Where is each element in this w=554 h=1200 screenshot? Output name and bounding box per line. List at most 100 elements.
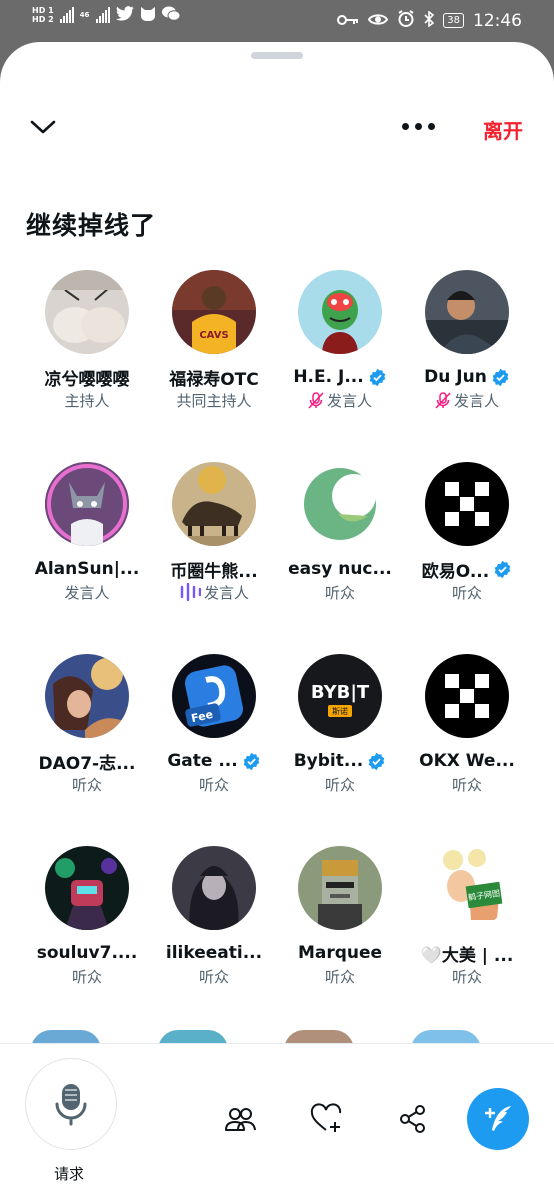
participant-name: OKX We... [419,751,515,771]
svg-text:斯诺: 斯诺 [332,706,348,716]
signal-icon [59,7,74,23]
participant-role: 听众 [324,775,355,794]
bottom-action-bar: 请求 [0,1043,554,1200]
verified-badge-icon [494,560,511,578]
sim-labels: HD 1 HD 2 [32,6,54,24]
participant-role: 发言人 [203,583,249,602]
participant-role: 听众 [324,967,355,986]
avatar: CAVS [172,270,256,354]
participant[interactable]: ilikeeati... 听众 [151,846,277,986]
participant-role: 听众 [71,967,102,986]
participant-role: 听众 [451,583,482,602]
participant[interactable]: easy nuc... 听众 [277,462,403,602]
participant-role: 听众 [451,775,482,794]
share-icon[interactable] [396,1102,430,1136]
participant-name: 欧易O... [421,561,490,582]
verified-badge-icon [243,752,260,770]
participant-role: 发言人 [326,391,372,410]
participant[interactable]: 币圈牛熊... 发言人 [151,462,277,602]
participant[interactable]: BYB|T 斯诺 Bybit... 听众 [277,654,403,794]
space-title: 继续掉线了 [26,211,157,240]
participant-name: souluv7.... [36,943,138,963]
eye-icon [368,12,389,30]
participant-role: 发言人 [64,583,110,602]
cat-app-icon [140,6,156,24]
avatar [45,846,129,930]
mic-off-icon [308,391,324,409]
compose-tweet-button[interactable] [467,1088,529,1150]
heart-plus-icon[interactable] [309,1102,343,1136]
participant[interactable]: AlanSun|... 发言人 [24,462,150,602]
participant[interactable]: CAVS 福禄寿OTC 共同主持人 [151,270,277,410]
avatar: Fee [172,654,256,738]
participant-role: 听众 [324,583,355,602]
microphone-icon [55,1084,87,1126]
avatar [298,462,382,546]
wechat-icon [162,6,181,24]
participant-name: Bybit... [293,751,364,771]
participant[interactable]: DAO7-志... 听众 [24,654,150,794]
participant-name: 福禄寿OTC [169,369,259,390]
battery-indicator: 38 [443,13,464,28]
people-icon[interactable] [223,1102,257,1136]
participant[interactable]: OKX We... 听众 [404,654,530,794]
verified-badge-icon [492,368,509,386]
participant-name: easy nuc... [288,559,392,579]
quill-plus-icon [485,1106,511,1131]
clock: 12:46 [473,10,522,31]
avatar [45,270,129,354]
verified-badge-icon [369,368,386,386]
chevron-down-icon[interactable] [30,118,56,136]
participant-role: 听众 [198,775,229,794]
drag-handle[interactable] [251,52,303,59]
participant-role: 共同主持人 [176,391,252,410]
avatar [298,270,382,354]
participant-name: H.E. J... [293,367,364,387]
avatar [425,462,509,546]
signal-icon-2 [96,7,111,23]
bluetooth-icon [424,9,435,31]
participant-role: 听众 [451,967,482,986]
leave-button[interactable]: 离开 [483,115,523,144]
avatar [425,654,509,738]
twitter-icon [116,6,135,24]
participant-role: 主持人 [64,391,110,410]
request-label: 请求 [54,1165,85,1183]
participant-name: Marquee [297,943,383,963]
participant-name: ilikeeati... [165,943,263,963]
key-icon [337,12,359,30]
more-options-icon[interactable] [402,118,438,134]
participant[interactable]: 凉兮嘤嘤嘤 主持人 [24,270,150,410]
avatar: BYB|T 斯诺 [298,654,382,738]
participant-role: 发言人 [453,391,499,410]
participant[interactable]: souluv7.... 听众 [24,846,150,986]
avatar [172,462,256,546]
participant[interactable]: Fee Gate ... 听众 [151,654,277,794]
avatar [45,654,129,738]
network-type: 46 [79,11,90,19]
participant[interactable]: H.E. J... 发言人 [277,270,403,410]
participant-role: 听众 [198,967,229,986]
participant-name: 凉兮嘤嘤嘤 [44,369,130,390]
request-mic-button[interactable] [25,1058,117,1150]
avatar [298,846,382,930]
alarm-icon [397,10,415,31]
mic-off-icon [435,391,451,409]
svg-text:CAVS: CAVS [199,330,228,341]
speaking-wave-icon [180,583,201,601]
participant-name: 🤍大美 | ... [420,945,514,966]
avatar [45,462,129,546]
avatar [172,846,256,930]
avatar: 鹤子网图 [425,846,509,930]
avatar [425,270,509,354]
participant-name: AlanSun|... [34,559,140,579]
participant-name: Du Jun [424,367,487,387]
svg-text:BYB|T: BYB|T [311,682,370,703]
participant[interactable]: 鹤子网图 🤍大美 | ... 听众 [404,846,530,986]
participant[interactable]: 欧易O... 听众 [404,462,530,602]
participant[interactable]: Du Jun 发言人 [404,270,530,410]
status-bar: HD 1 HD 2 46 38 12:46 [0,0,554,42]
participant[interactable]: Marquee 听众 [277,846,403,986]
participant-name: 币圈牛熊... [170,561,258,582]
participant-name: DAO7-志... [38,753,136,774]
